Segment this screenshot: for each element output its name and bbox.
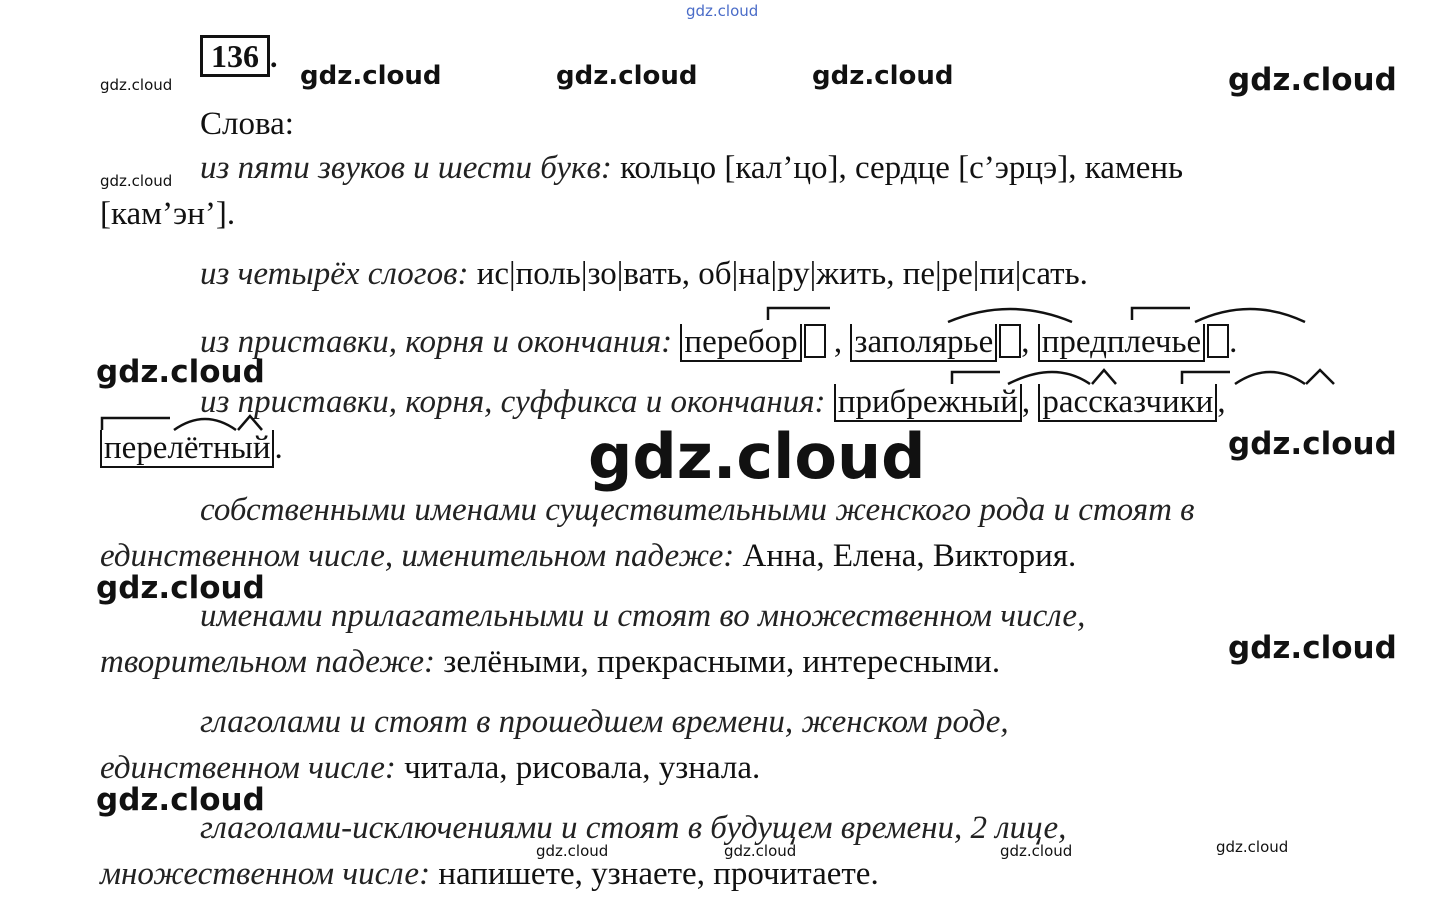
watermark: gdz.cloud [1228, 630, 1397, 666]
separator: . [1229, 324, 1238, 360]
morpheme-word: перелётный [100, 430, 275, 468]
watermark: gdz.cloud [300, 61, 442, 91]
watermark: gdz.cloud [1228, 62, 1397, 98]
item-8-line-1: глаголами-исключениями и стоят в будущем… [200, 810, 1067, 846]
root-arc [947, 307, 1073, 324]
prefix-mark [766, 306, 830, 320]
item-6-line-2: творительном падеже: зелёными, прекрасны… [100, 642, 1000, 682]
item-1-line-1: из пяти звуков и шести букв: кольцо [кал… [200, 148, 1183, 188]
prefix-mark [1130, 306, 1190, 320]
separator: , [1021, 324, 1030, 360]
exercise-number: 136. [200, 35, 278, 77]
item-text: читала, рисовала, узнала. [404, 750, 761, 786]
item-7-line-2: единственном числе: читала, рисовала, уз… [100, 748, 760, 788]
item-label: из пяти звуков и шести букв: [200, 150, 612, 186]
item-8-line-2: множественном числе: напишете, узнаете, … [100, 854, 879, 894]
item-label: единственном числе: [100, 750, 396, 786]
suffix-mark [1305, 368, 1335, 385]
watermark: gdz.cloud [812, 61, 954, 91]
item-4-line-2: перелётный. [100, 428, 283, 468]
root-arc [1194, 307, 1306, 324]
item-label: из четырёх слогов: [200, 256, 469, 292]
exercise-number-dot: . [270, 41, 278, 74]
item-4-line-1: из приставки, корня, суффикса и окончани… [200, 382, 1226, 422]
watermark: gdz.cloud [556, 61, 698, 91]
item-label: из приставки, корня и окончания: [200, 324, 673, 360]
item-label: множественном числе: [100, 856, 431, 892]
morpheme-word: заполярье [850, 324, 998, 362]
watermark: gdz.cloud [100, 172, 173, 190]
watermark-top: gdz.cloud [686, 2, 759, 20]
morpheme-word: предплечье [1037, 324, 1206, 362]
item-5-line-1: собственными именами существительными же… [200, 492, 1195, 528]
ending-box [999, 324, 1022, 358]
separator: , [833, 324, 843, 360]
morpheme-word: перебор [680, 324, 802, 362]
item-text: кольцо [кал’цо], сердце [с’эрцэ], камень [620, 150, 1184, 186]
morpheme-word: прибрежный [833, 384, 1022, 422]
watermark: gdz.cloud [1216, 838, 1289, 856]
item-2-line-1: из четырёх слогов: ис|поль|зо|вать, об|н… [200, 254, 1088, 294]
ending-box [803, 324, 826, 358]
ending-box [1207, 324, 1230, 358]
item-text: ис|поль|зо|вать, об|на|ру|жить, пе|ре|пи… [476, 256, 1088, 292]
separator: , [1021, 384, 1031, 420]
item-6-line-1: именами прилагательными и стоят во множе… [200, 598, 1086, 634]
morpheme-word: рассказчики [1038, 384, 1218, 422]
item-7-line-1: глаголами и стоят в прошедшем времени, ж… [200, 704, 1009, 740]
separator: , [1217, 384, 1226, 420]
item-label: из приставки, корня, суффикса и окончани… [200, 384, 826, 420]
root-arc [1234, 370, 1306, 386]
item-3-line-1: из приставки, корня и окончания: перебор… [200, 322, 1237, 362]
intro-text: Слова: [200, 106, 294, 142]
item-text: Анна, Елена, Виктория. [742, 538, 1077, 574]
separator: . [274, 430, 283, 466]
item-label: единственном числе, именительном падеже: [100, 538, 735, 574]
item-text: напишете, узнаете, прочитаете. [438, 856, 879, 892]
item-text: зелёными, прекрасными, интересными. [443, 644, 1001, 680]
exercise-number-box: 136 [200, 35, 270, 77]
watermark: gdz.cloud [1228, 426, 1397, 462]
item-1-line-2: [кам’эн’]. [100, 196, 236, 232]
watermark: gdz.cloud [100, 76, 173, 94]
watermark-large: gdz.cloud [588, 420, 926, 493]
item-5-line-2: единственном числе, именительном падеже:… [100, 536, 1076, 576]
item-label: творительном падеже: [100, 644, 436, 680]
